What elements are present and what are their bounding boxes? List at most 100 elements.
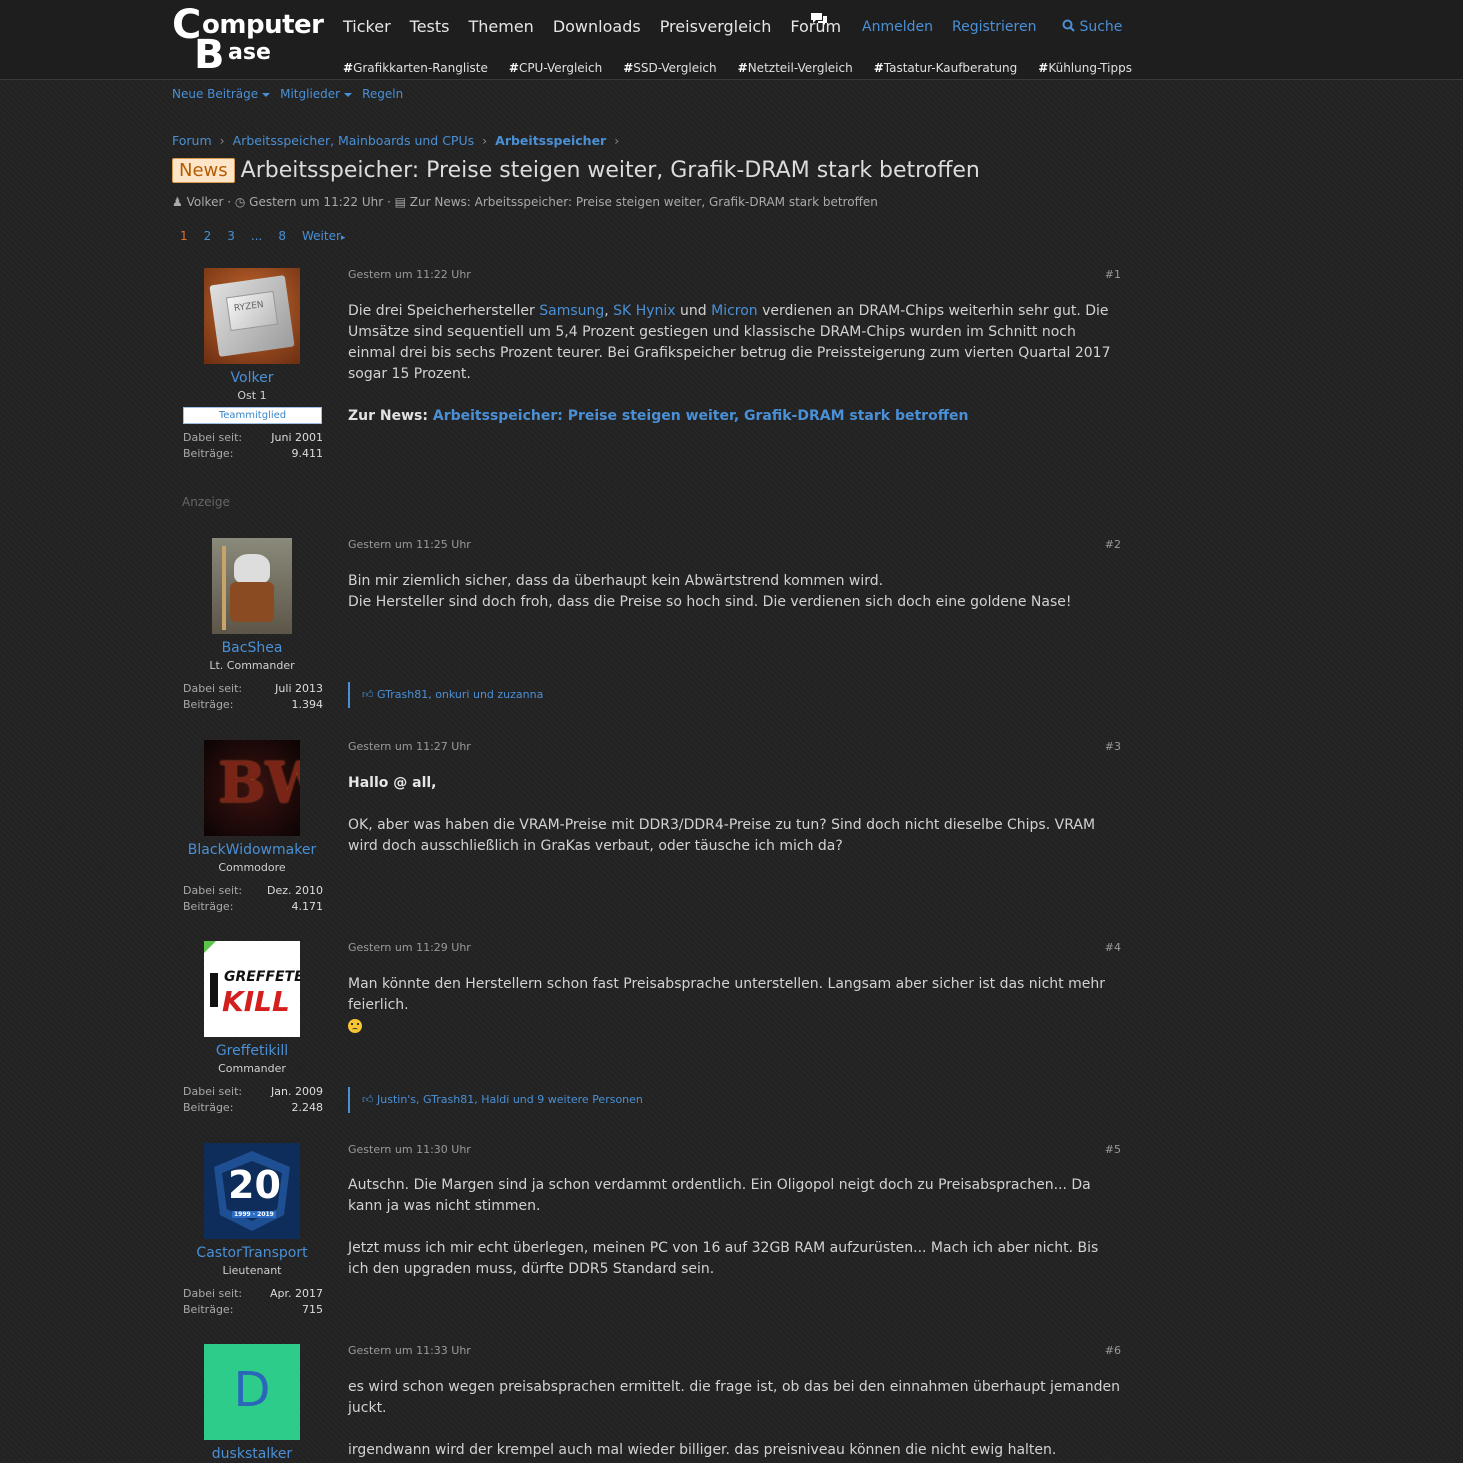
- post-body: Hallo @ all, OK, aber was haben die VRAM…: [348, 773, 1121, 857]
- crumb-subforum[interactable]: Arbeitsspeicher: [495, 133, 606, 148]
- news-article-link[interactable]: Arbeitsspeicher: Preise steigen weiter, …: [433, 408, 969, 424]
- since-value: Juni 2001: [271, 431, 323, 444]
- nav-themen[interactable]: Themen: [468, 17, 533, 36]
- logo-text-ase: ase: [228, 40, 271, 65]
- search-button[interactable]: Suche: [1062, 19, 1122, 35]
- avatar[interactable]: BW: [204, 740, 300, 836]
- nav-downloads[interactable]: Downloads: [553, 17, 641, 36]
- post-user: 20 1999 · 2019 CastorTransport Lieutenan…: [172, 1143, 332, 1318]
- document-icon: ▤: [394, 195, 406, 209]
- frown-emoji-icon: [348, 1019, 362, 1033]
- avatar[interactable]: 20 1999 · 2019: [204, 1143, 300, 1239]
- post-body: Man könnte den Herstellern schon fast Pr…: [348, 974, 1121, 1033]
- post-3: BW BlackWidowmaker Commodore Dabei seit:…: [172, 740, 1122, 920]
- likes-bar[interactable]: 👍︎ Justin's, GTrash81, Haldi und 9 weite…: [348, 1087, 643, 1113]
- nav-tests[interactable]: Tests: [410, 17, 450, 36]
- nav-preisvergleich[interactable]: Preisvergleich: [660, 17, 772, 36]
- register-link[interactable]: Registrieren: [952, 19, 1036, 35]
- since-value: Juli 2013: [275, 682, 323, 695]
- page-1[interactable]: 1: [180, 229, 188, 243]
- site-header: C omputer B ase Ticker Tests Themen Down…: [0, 0, 1463, 80]
- likes-names: Justin's, GTrash81, Haldi und 9 weitere …: [377, 1093, 643, 1106]
- computerbase-logo[interactable]: C omputer B ase: [172, 2, 324, 78]
- post-time[interactable]: Gestern um 11:30 Uhr: [348, 1143, 471, 1156]
- login-link[interactable]: Anmelden: [862, 19, 933, 35]
- avatar-text: 20: [228, 1163, 281, 1207]
- username[interactable]: Volker: [172, 370, 332, 386]
- avatar-text: GREFFETE: [224, 969, 300, 985]
- user-stats: Dabei seit: Apr. 2017 Beiträge: 715: [183, 1286, 323, 1318]
- page-ellipsis[interactable]: ...: [251, 229, 262, 243]
- username[interactable]: CastorTransport: [172, 1245, 332, 1261]
- since-label: Dabei seit:: [183, 1287, 243, 1300]
- avatar[interactable]: [212, 538, 292, 634]
- post-number[interactable]: #2: [1105, 538, 1121, 551]
- hashtag-grafikkarten[interactable]: #Grafikkarten-Rangliste: [343, 61, 488, 75]
- user-stats: Dabei seit: Jan. 2009 Beiträge: 2.248: [183, 1084, 323, 1116]
- logo-letter-b: B: [194, 32, 225, 78]
- next-page[interactable]: Weiter▸: [302, 229, 345, 243]
- posts-label: Beiträge:: [183, 1101, 234, 1114]
- user-stats: Dabei seit: Juli 2013 Beiträge: 1.394: [183, 681, 323, 713]
- username[interactable]: BacShea: [172, 640, 332, 656]
- since-label: Dabei seit:: [183, 1085, 243, 1098]
- text: und: [675, 303, 712, 319]
- thread-meta: ♟ Volker · ◷ Gestern um 11:22 Uhr · ▤ Zu…: [172, 195, 878, 209]
- avatar-initial: D: [233, 1362, 271, 1418]
- post-time[interactable]: Gestern um 11:29 Uhr: [348, 941, 471, 954]
- username[interactable]: Greffetikill: [172, 1043, 332, 1059]
- post-time[interactable]: Gestern um 11:33 Uhr: [348, 1344, 471, 1357]
- post-content: Gestern um 11:27 Uhr #3 Hallo @ all, OK,…: [348, 740, 1121, 878]
- posts-label: Beiträge:: [183, 698, 234, 711]
- hashtag-netzteil[interactable]: #Netzteil-Vergleich: [738, 61, 853, 75]
- username[interactable]: duskstalker: [172, 1446, 332, 1462]
- post-time[interactable]: Gestern um 11:22 Uhr: [348, 268, 471, 281]
- hashtag-kuehlung[interactable]: #Kühlung-Tipps: [1038, 61, 1132, 75]
- text: OK, aber was haben die VRAM-Preise mit D…: [348, 817, 1096, 854]
- hashtag-nav: #Grafikkarten-Rangliste #CPU-Vergleich #…: [343, 61, 1153, 75]
- page-3[interactable]: 3: [227, 229, 235, 243]
- post-user: RYZEN Volker Ost 1 Teammitglied Dabei se…: [172, 268, 332, 462]
- avatar[interactable]: D: [204, 1344, 300, 1440]
- post-number[interactable]: #5: [1105, 1143, 1121, 1156]
- hashtag-tastatur[interactable]: #Tastatur-Kaufberatung: [874, 61, 1018, 75]
- text: Hallo @ all,: [348, 775, 437, 791]
- post-number[interactable]: #6: [1105, 1344, 1121, 1357]
- thumbs-up-icon: 👍︎: [362, 688, 374, 701]
- news-prefix-badge[interactable]: News: [172, 158, 235, 183]
- username[interactable]: BlackWidowmaker: [172, 842, 332, 858]
- post-time[interactable]: Gestern um 11:25 Uhr: [348, 538, 471, 551]
- rules-link[interactable]: Regeln: [362, 87, 403, 101]
- likes-bar[interactable]: 👍︎ GTrash81, onkuri und zuzanna: [348, 682, 543, 708]
- members-menu[interactable]: Mitglieder: [280, 87, 353, 101]
- since-label: Dabei seit:: [183, 682, 243, 695]
- thread-date[interactable]: Gestern um 11:22 Uhr: [249, 195, 383, 209]
- crumb-category[interactable]: Arbeitsspeicher, Mainboards und CPUs: [233, 133, 475, 148]
- hashtag-cpu[interactable]: #CPU-Vergleich: [509, 61, 602, 75]
- post-number[interactable]: #3: [1105, 740, 1121, 753]
- post-time[interactable]: Gestern um 11:27 Uhr: [348, 740, 471, 753]
- skhynix-link[interactable]: SK Hynix: [613, 303, 675, 319]
- posts-value: 4.171: [291, 900, 324, 913]
- new-posts-menu[interactable]: Neue Beiträge: [172, 87, 271, 101]
- post-number[interactable]: #1: [1105, 268, 1121, 281]
- avatar[interactable]: RYZEN: [204, 268, 300, 364]
- page-2[interactable]: 2: [204, 229, 212, 243]
- thread-source[interactable]: Zur News: Arbeitsspeicher: Preise steige…: [410, 195, 878, 209]
- post-number[interactable]: #4: [1105, 941, 1121, 954]
- since-label: Dabei seit:: [183, 431, 243, 444]
- posts-value: 1.394: [291, 698, 324, 711]
- text: Autschn. Die Margen sind ja schon verdam…: [348, 1177, 1091, 1214]
- chevron-down-icon: [344, 92, 353, 97]
- samsung-link[interactable]: Samsung: [539, 303, 604, 319]
- thread-title-row: News Arbeitsspeicher: Preise steigen wei…: [172, 158, 980, 183]
- user-rank: Commander: [218, 1062, 286, 1075]
- avatar[interactable]: GREFFETE KILL: [204, 941, 300, 1037]
- page-8[interactable]: 8: [278, 229, 286, 243]
- micron-link[interactable]: Micron: [711, 303, 758, 319]
- hashtag-ssd[interactable]: #SSD-Vergleich: [623, 61, 716, 75]
- thread-author[interactable]: Volker: [187, 195, 224, 209]
- crumb-forum[interactable]: Forum: [172, 133, 212, 148]
- post-content: Gestern um 11:22 Uhr #1 Die drei Speiche…: [348, 268, 1121, 448]
- nav-ticker[interactable]: Ticker: [343, 17, 391, 36]
